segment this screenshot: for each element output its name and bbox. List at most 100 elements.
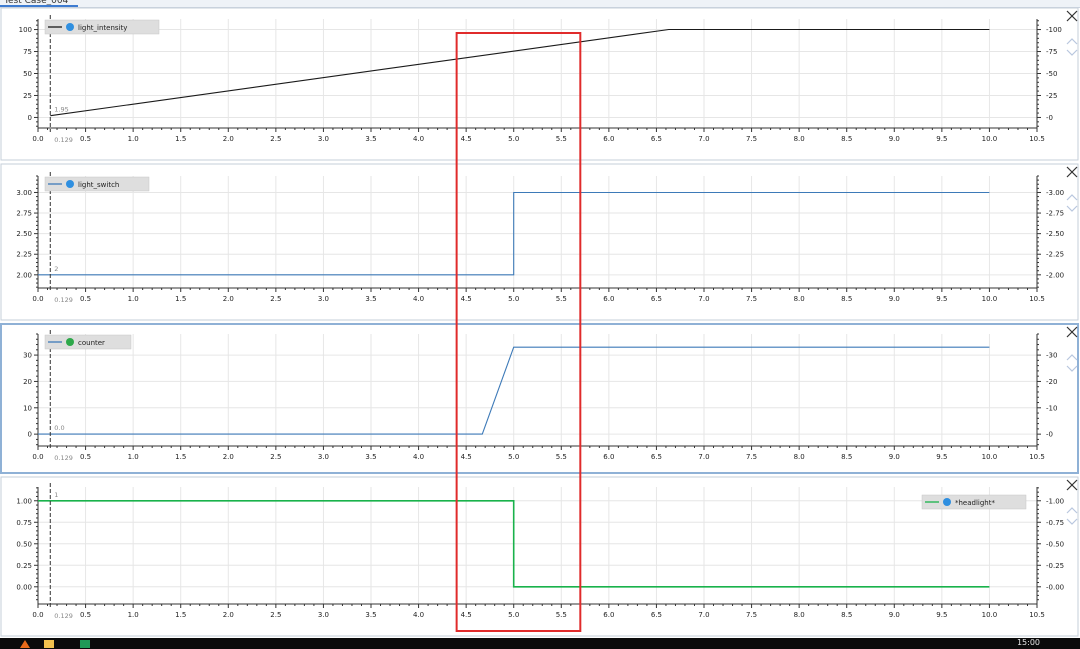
y-tick-label-right: -30 <box>1046 352 1057 360</box>
taskbar: 15:00 <box>0 638 1080 649</box>
x-tick-label: 5.5 <box>556 453 567 461</box>
x-tick-label: 1.0 <box>128 295 139 303</box>
x-tick-label: 1.5 <box>175 453 186 461</box>
x-tick-label: 7.5 <box>746 453 757 461</box>
x-tick-label: 9.0 <box>889 453 900 461</box>
warning-icon[interactable] <box>20 640 30 648</box>
h-icon <box>66 338 74 346</box>
chart-panel-4: 0.0 0.5 1.0 1.5 2.0 2.5 3.0 3.5 4.0 4.5 5.0 5.5 6.0 6… <box>0 476 1079 637</box>
x-tick-label: 4.0 <box>413 611 424 619</box>
x-tick-label: 8.5 <box>841 453 852 461</box>
legend: *headlight* <box>921 494 1027 510</box>
y-tick-label-left: 30 <box>23 352 32 360</box>
y-tick-label-left: 0.75 <box>16 519 32 527</box>
x-tick-label: 4.5 <box>461 453 472 461</box>
x-tick-label: 10.5 <box>1029 135 1045 143</box>
x-tick-label: 10.0 <box>982 135 998 143</box>
x-tick-label: 8.5 <box>841 295 852 303</box>
y-tick-label-left: 20 <box>23 378 32 386</box>
x-tick-label: 5.5 <box>556 611 567 619</box>
x-tick-label: 2.5 <box>270 611 281 619</box>
y-tick-label-left: 2.25 <box>16 251 32 259</box>
x-tick-label: 4.0 <box>413 295 424 303</box>
x-tick-label: 1.5 <box>175 611 186 619</box>
legend-label: *headlight* <box>955 499 995 507</box>
x-tick-label: 0.5 <box>80 453 91 461</box>
x-tick-label: 2.5 <box>270 453 281 461</box>
x-tick-label: 10.5 <box>1029 611 1045 619</box>
plot-area: 0.0 0.5 1.0 1.5 2.0 2.5 3.0 3.5 4.0 4.5 5.0 5.5 6.0 6… <box>0 7 1079 637</box>
x-tick-label: 7.0 <box>698 453 709 461</box>
x-tick-label: 7.5 <box>746 295 757 303</box>
y-tick-label-right: -2.25 <box>1046 251 1064 259</box>
x-tick-label: 0.5 <box>80 135 91 143</box>
x-tick-label: 3.5 <box>365 295 376 303</box>
panel-background <box>1 164 1079 320</box>
x-tick-label: 9.0 <box>889 295 900 303</box>
y-tick-label-left: 2.00 <box>16 271 32 279</box>
x-tick-label: 10.0 <box>982 611 998 619</box>
x-tick-label: 2.0 <box>223 453 234 461</box>
x-tick-label: 8.5 <box>841 611 852 619</box>
x-tick-label: 0.0 <box>32 611 43 619</box>
x-tick-label: 6.5 <box>651 135 662 143</box>
cursor-value-label: 2 <box>54 265 58 273</box>
x-tick-label: 5.5 <box>556 295 567 303</box>
x-tick-label: 6.0 <box>603 135 614 143</box>
y-tick-label-right: -50 <box>1046 70 1057 78</box>
x-tick-label: 0.0 <box>32 135 43 143</box>
x-tick-label: 6.0 <box>603 295 614 303</box>
c-icon <box>66 23 74 31</box>
y-tick-label-left: 1.00 <box>16 497 32 505</box>
x-tick-label: 3.0 <box>318 611 329 619</box>
x-tick-label: 3.0 <box>318 295 329 303</box>
x-tick-label: 5.5 <box>556 135 567 143</box>
x-tick-label: 9.5 <box>936 295 947 303</box>
x-tick-label: 0.5 <box>80 295 91 303</box>
x-tick-label: 5.0 <box>508 295 519 303</box>
x-tick-label: 1.0 <box>128 135 139 143</box>
x-tick-label: 2.0 <box>223 135 234 143</box>
x-tick-label: 9.5 <box>936 453 947 461</box>
legend: light_switch <box>44 176 150 192</box>
chart-panel-3: 0.0 0.5 1.0 1.5 2.0 2.5 3.0 3.5 4.0 4.5 5.0 5.5 6.0 6… <box>0 323 1079 474</box>
cursor-value-label: 1 <box>54 491 58 499</box>
y-tick-label-right: -0.25 <box>1046 562 1064 570</box>
y-tick-label-right: -2.75 <box>1046 210 1064 218</box>
app-icon[interactable] <box>80 640 90 648</box>
panel-background <box>1 8 1079 160</box>
x-tick-label: 4.0 <box>413 453 424 461</box>
x-tick-label: 2.5 <box>270 295 281 303</box>
x-tick-label: 1.5 <box>175 135 186 143</box>
chart-panel-2: 0.0 0.5 1.0 1.5 2.0 2.5 3.0 3.5 4.0 4.5 5.0 5.5 6.0 6… <box>0 163 1079 321</box>
x-tick-label: 3.0 <box>318 453 329 461</box>
y-tick-label-right: -75 <box>1046 48 1057 56</box>
x-tick-label: 4.0 <box>413 135 424 143</box>
x-tick-label: 2.5 <box>270 135 281 143</box>
x-tick-label: 0.0 <box>32 295 43 303</box>
x-tick-label: 8.0 <box>794 135 805 143</box>
folder-icon[interactable] <box>44 640 54 648</box>
y-tick-label-left: 0.00 <box>16 583 32 591</box>
x-tick-label: 10.5 <box>1029 295 1045 303</box>
x-tick-label: 7.0 <box>698 611 709 619</box>
legend-label: counter <box>78 339 105 347</box>
y-tick-label-left: 100 <box>19 26 32 34</box>
y-tick-label-left: 25 <box>23 92 32 100</box>
x-tick-label: 8.0 <box>794 295 805 303</box>
x-tick-label: 10.0 <box>982 295 998 303</box>
cursor-time-label: 0.129 <box>54 296 73 304</box>
x-tick-label: 6.5 <box>651 611 662 619</box>
cursor-time-label: 0.129 <box>54 612 73 620</box>
y-tick-label-right: -0.75 <box>1046 519 1064 527</box>
chart-panel-1: 0.0 0.5 1.0 1.5 2.0 2.5 3.0 3.5 4.0 4.5 5.0 5.5 6.0 6… <box>0 7 1079 161</box>
y-tick-label-right: -0.00 <box>1046 583 1064 591</box>
x-tick-label: 4.5 <box>461 135 472 143</box>
x-tick-label: 3.0 <box>318 135 329 143</box>
x-tick-label: 10.5 <box>1029 453 1045 461</box>
y-tick-label-right: -25 <box>1046 92 1057 100</box>
y-tick-label-right: -0 <box>1046 114 1053 122</box>
y-tick-label-right: -0 <box>1046 431 1053 439</box>
cursor-value-label: 1.95 <box>54 106 68 114</box>
y-tick-label-right: -20 <box>1046 378 1057 386</box>
